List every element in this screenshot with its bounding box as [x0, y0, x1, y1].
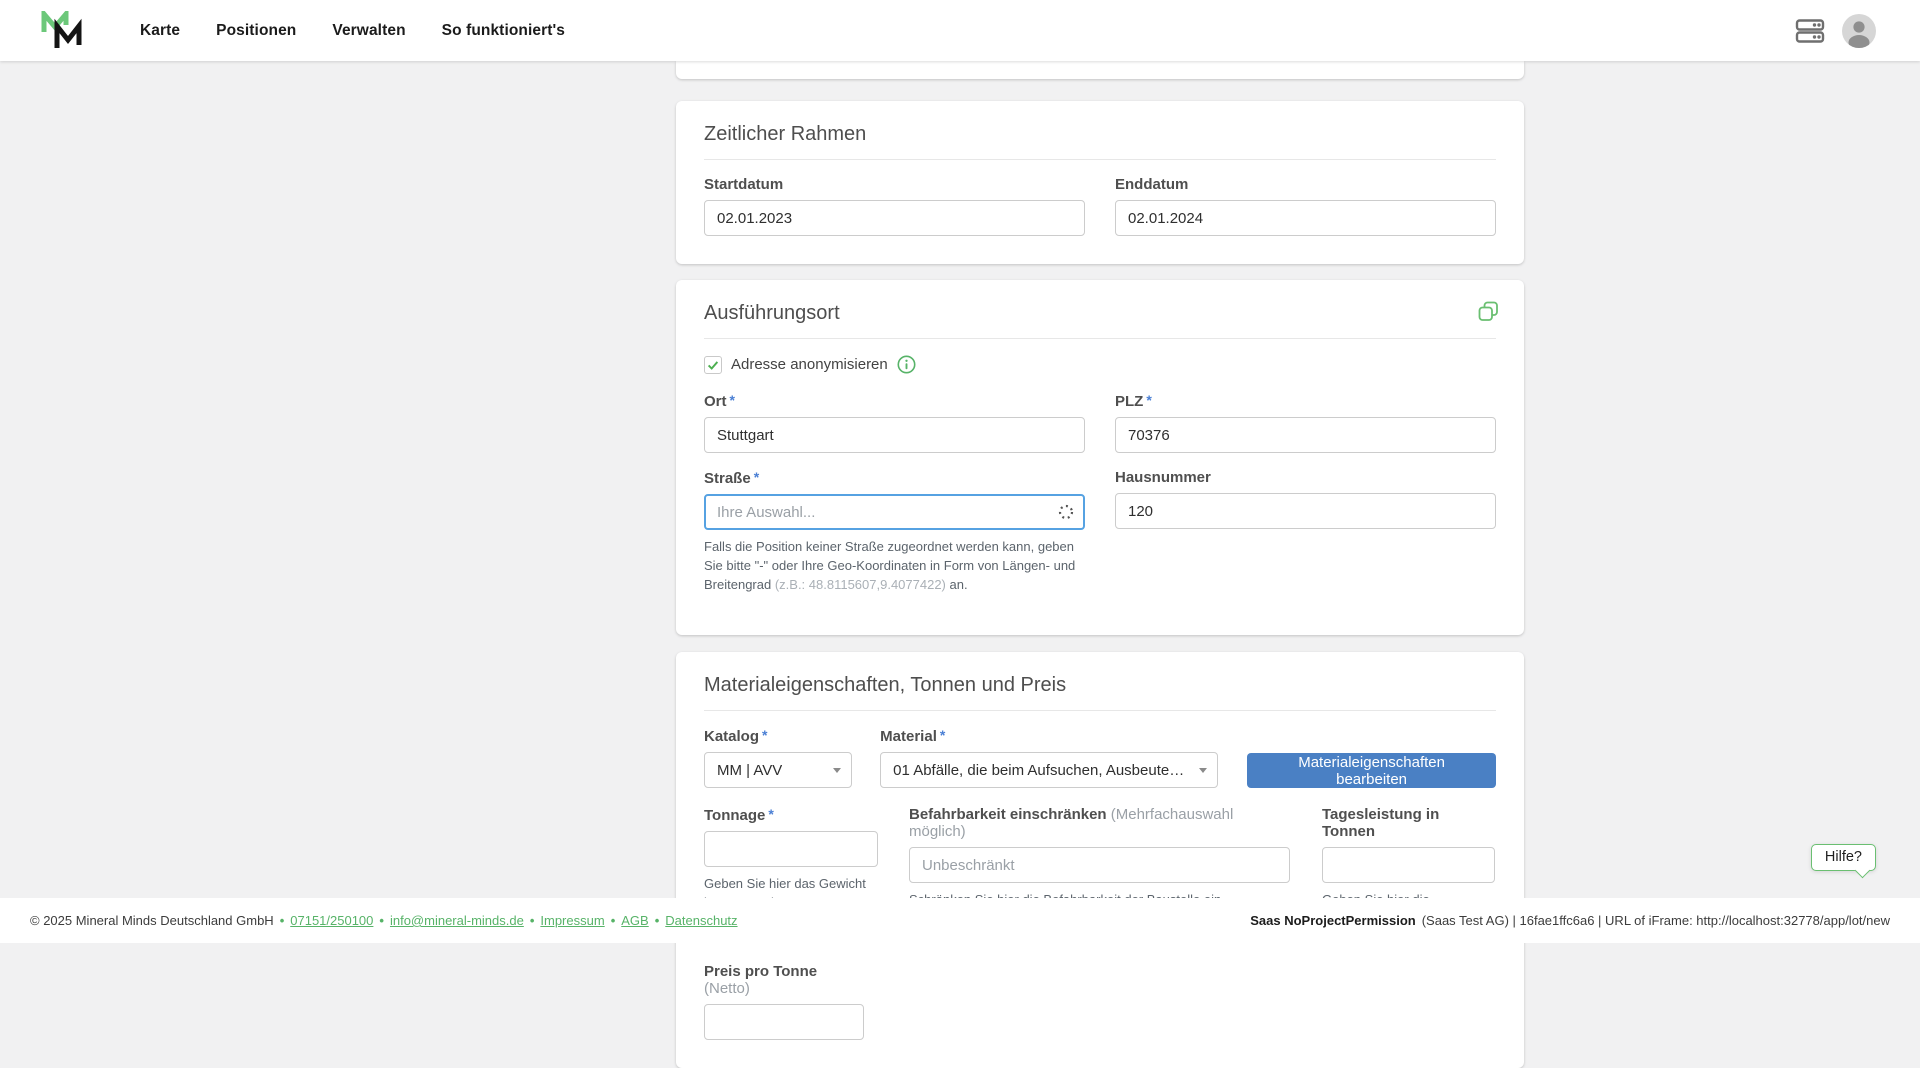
strasse-input[interactable] [704, 494, 1085, 530]
nav-item-karte[interactable]: Karte [140, 22, 180, 40]
anonymize-label: Adresse anonymisieren [731, 356, 888, 373]
field-material: Material* 01 Abfälle, die beim Aufsuchen… [880, 727, 1218, 788]
previous-card-bottom [676, 61, 1524, 79]
nav-item-so-funktionierts[interactable]: So funktioniert's [442, 22, 565, 40]
chevron-down-icon [833, 768, 841, 773]
app-logo[interactable] [40, 11, 88, 51]
required-marker: * [1146, 392, 1151, 408]
tonnage-input[interactable] [704, 831, 878, 867]
server-stack-button[interactable] [1794, 17, 1826, 45]
chevron-down-icon [1199, 768, 1207, 773]
edit-material-properties-button[interactable]: Materialeigenschaften bearbeiten [1247, 753, 1496, 788]
tagesleistung-input[interactable] [1322, 847, 1495, 883]
section-title-ausfuehrungsort: Ausführungsort [704, 302, 1496, 325]
anonymize-checkbox[interactable] [704, 356, 722, 374]
tagesleistung-label: Tagesleistung in Tonnen [1322, 806, 1495, 840]
datenschutz-link[interactable]: Datenschutz [665, 913, 737, 928]
required-marker: * [762, 727, 767, 743]
field-strasse: Straße* Falls die Position keiner Straße… [704, 469, 1085, 607]
loading-spinner-icon [1058, 504, 1074, 520]
nav-item-verwalten[interactable]: Verwalten [332, 22, 405, 40]
startdatum-input[interactable] [704, 200, 1085, 236]
preis-input[interactable] [704, 1004, 864, 1040]
enddatum-label: Enddatum [1115, 176, 1496, 193]
field-hausnummer: Hausnummer [1115, 469, 1496, 529]
help-button[interactable]: Hilfe? [1811, 844, 1876, 871]
material-label: Material [880, 728, 937, 745]
agb-link[interactable]: AGB [621, 913, 648, 928]
befahrbarkeit-input[interactable] [909, 847, 1290, 883]
required-marker: * [940, 727, 945, 743]
section-ausfuehrungsort: Ausführungsort Adresse anonymisieren [676, 280, 1524, 635]
katalog-value: MM | AVV [717, 762, 782, 779]
material-row-1: Katalog* MM | AVV Material* 01 Abfälle, … [704, 727, 1496, 788]
nav-item-positionen[interactable]: Positionen [216, 22, 296, 40]
field-enddatum: Enddatum [1115, 176, 1496, 236]
impressum-link[interactable]: Impressum [540, 913, 604, 928]
katalog-select[interactable]: MM | AVV [704, 752, 852, 788]
field-katalog: Katalog* MM | AVV [704, 727, 852, 788]
preis-label: Preis pro Tonne [704, 963, 817, 980]
katalog-label: Katalog [704, 728, 759, 745]
info-icon[interactable] [897, 355, 916, 374]
field-ort: Ort* [704, 392, 1085, 453]
footer-left: © 2025 Mineral Minds Deutschland GmbH • … [30, 913, 738, 928]
phone-link[interactable]: 07151/250100 [290, 913, 373, 928]
strasse-label: Straße [704, 470, 751, 487]
ort-label: Ort [704, 393, 727, 410]
befahrbarkeit-label: Befahrbarkeit einschränken [909, 806, 1107, 823]
field-startdatum: Startdatum [704, 176, 1085, 236]
saas-permission-text: Saas NoProjectPermission [1250, 913, 1415, 928]
section-title-zeitlicher-rahmen: Zeitlicher Rahmen [704, 123, 1496, 146]
strasse-hint: Falls die Position keiner Straße zugeord… [704, 537, 1085, 594]
material-value: 01 Abfälle, die beim Aufsuchen, Ausbeute… [893, 762, 1191, 779]
section-zeitlicher-rahmen: Zeitlicher Rahmen Startdatum Enddatum [676, 101, 1524, 264]
hausnummer-input[interactable] [1115, 493, 1496, 529]
navbar-right [1794, 14, 1876, 48]
material-select[interactable]: 01 Abfälle, die beim Aufsuchen, Ausbeute… [880, 752, 1218, 788]
enddatum-input[interactable] [1115, 200, 1496, 236]
duplicate-icon [1477, 300, 1500, 323]
divider [704, 159, 1496, 160]
plz-label: PLZ [1115, 393, 1143, 410]
field-preis: Preis pro Tonne (Netto) [704, 963, 864, 1040]
top-navbar: Karte Positionen Verwalten So funktionie… [0, 0, 1920, 61]
user-avatar-icon [1842, 14, 1876, 48]
check-icon [706, 358, 720, 372]
mm-logo-icon [40, 11, 86, 51]
section-title-material: Materialeigenschaften, Tonnen und Preis [704, 674, 1496, 697]
copyright-text: © 2025 Mineral Minds Deutschland GmbH [30, 913, 274, 928]
divider [704, 710, 1496, 711]
plz-input[interactable] [1115, 417, 1496, 453]
anonymize-row: Adresse anonymisieren [704, 355, 1496, 374]
email-link[interactable]: info@mineral-minds.de [390, 913, 524, 928]
user-avatar[interactable] [1842, 14, 1876, 48]
tonnage-label: Tonnage [704, 807, 765, 824]
startdatum-label: Startdatum [704, 176, 1085, 193]
main-navigation: Karte Positionen Verwalten So funktionie… [140, 22, 565, 40]
preis-label-suffix: (Netto) [704, 980, 750, 997]
hausnummer-label: Hausnummer [1115, 469, 1496, 486]
footer-right: Saas NoProjectPermission (Saas Test AG) … [1250, 913, 1890, 928]
page-footer: © 2025 Mineral Minds Deutschland GmbH • … [0, 898, 1920, 943]
section-materialeigenschaften: Materialeigenschaften, Tonnen und Preis … [676, 652, 1524, 1068]
ort-input[interactable] [704, 417, 1085, 453]
required-marker: * [768, 806, 773, 822]
required-marker: * [754, 469, 759, 485]
server-stack-icon [1794, 17, 1826, 45]
required-marker: * [730, 392, 735, 408]
iframe-info-text: (Saas Test AG) | 16fae1ffc6a6 | URL of i… [1422, 913, 1890, 928]
duplicate-address-button[interactable] [1477, 300, 1500, 323]
divider [704, 338, 1496, 339]
field-plz: PLZ* [1115, 392, 1496, 453]
